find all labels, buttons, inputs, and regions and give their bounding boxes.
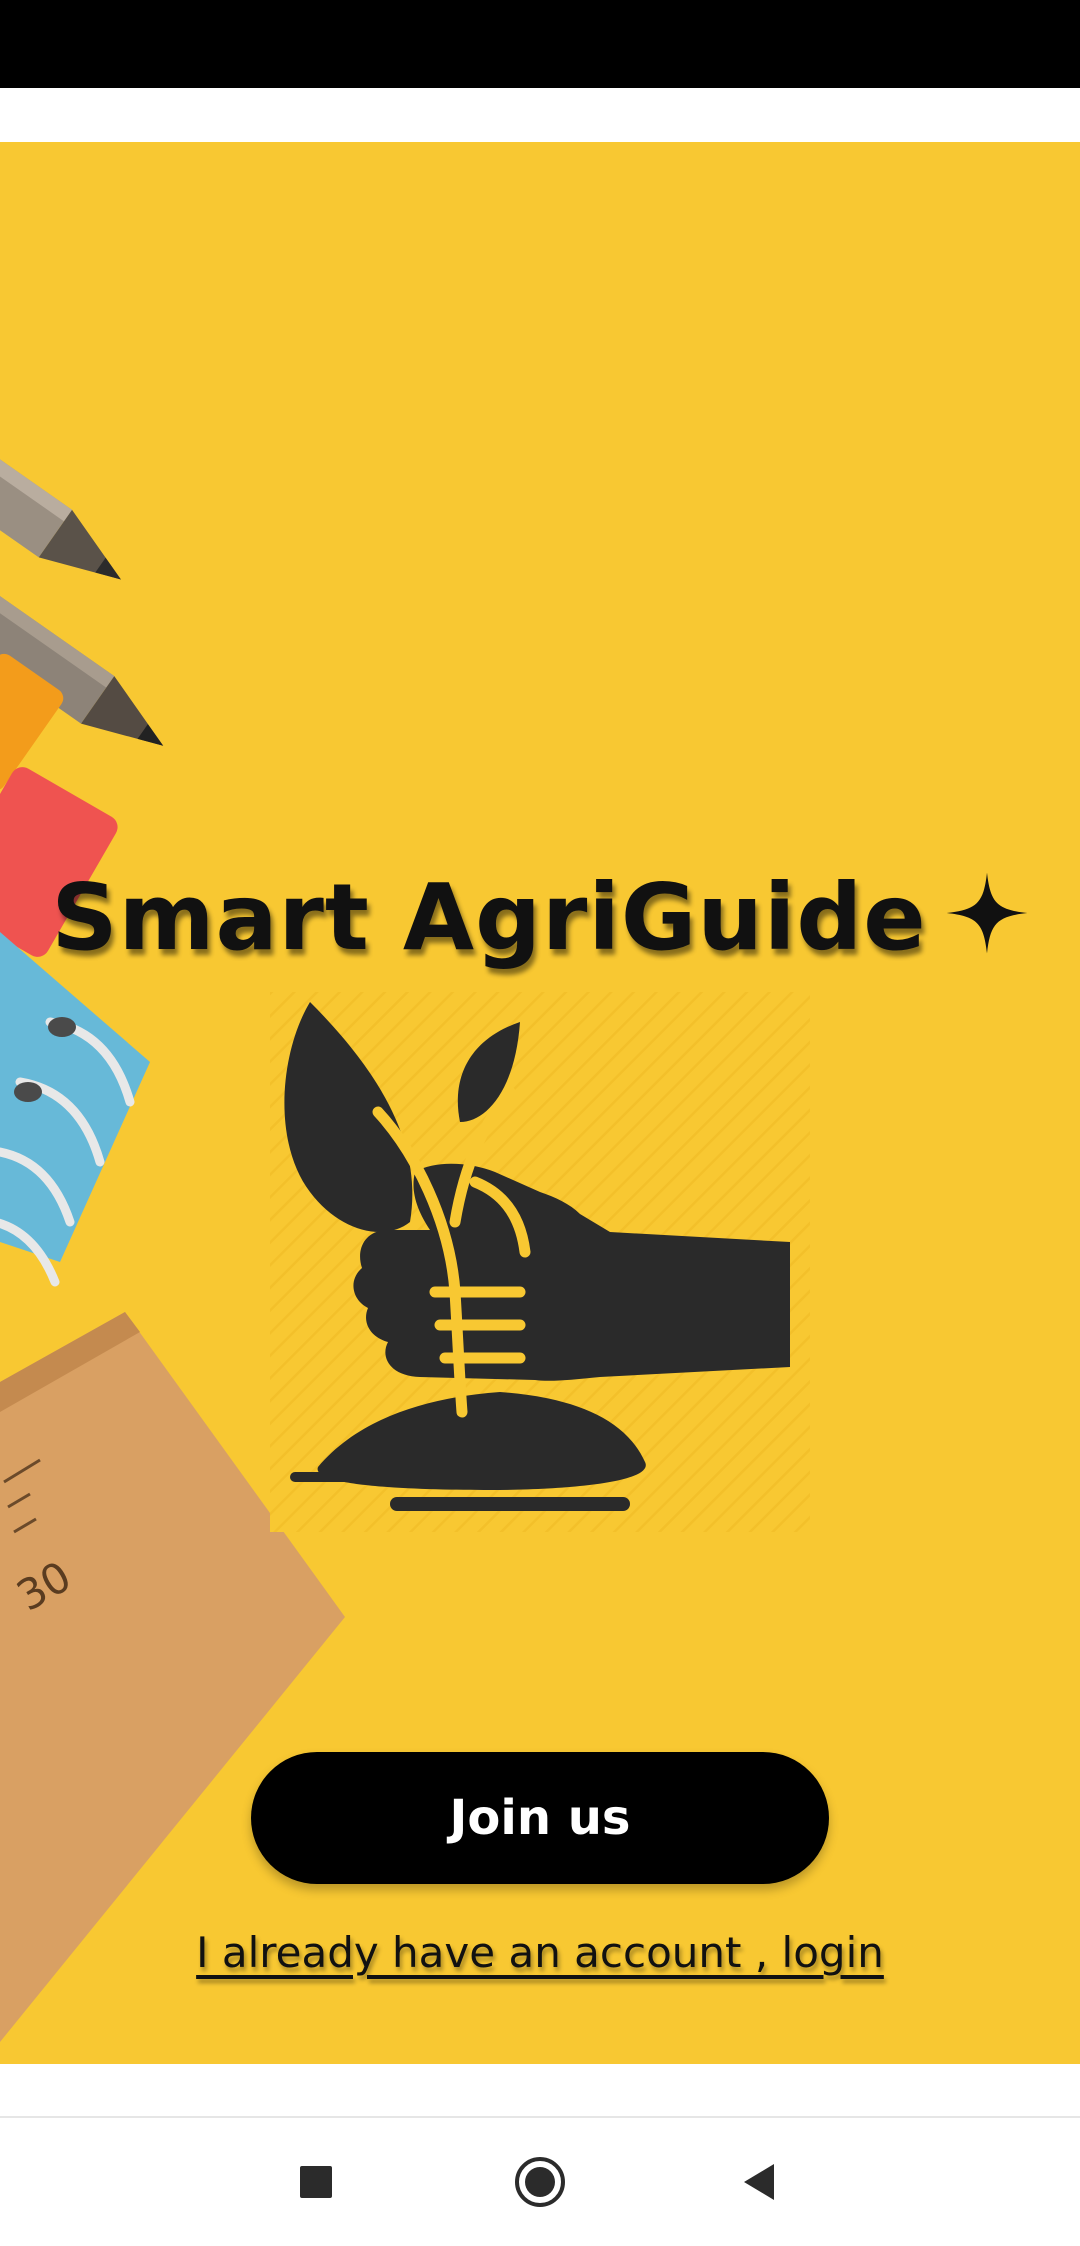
bottom-spacer (0, 2064, 1080, 2118)
circle-home-icon[interactable] (508, 2150, 572, 2214)
notebook-image (0, 932, 150, 1287)
triangle-back-icon[interactable] (728, 2150, 792, 2214)
sparkle-icon (946, 872, 1027, 954)
join-us-button[interactable]: Join us (251, 1752, 829, 1884)
login-link[interactable]: I already have an account , login (0, 1928, 1080, 1977)
square-recents-icon[interactable] (284, 2150, 348, 2214)
welcome-screen: 30 Smart AgriGuide Join us I already hav… (0, 142, 1080, 2064)
system-navigation-bar (0, 2118, 1080, 2246)
status-bar (0, 0, 1080, 88)
app-title-text: Smart AgriGuide (51, 864, 927, 971)
app-bar-spacer (0, 88, 1080, 142)
app-title: Smart AgriGuide (0, 864, 1080, 971)
hand-holding-plant-icon (270, 992, 810, 1532)
pencil-image (0, 320, 121, 580)
